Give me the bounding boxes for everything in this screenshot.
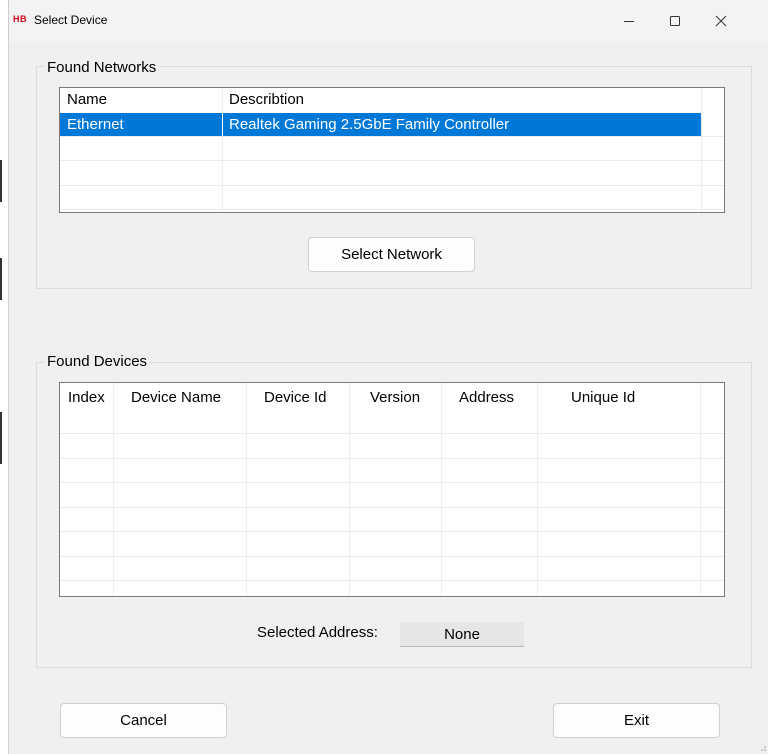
column-divider — [349, 383, 350, 596]
maximize-icon — [670, 16, 680, 26]
column-divider — [441, 383, 442, 596]
row-divider — [60, 556, 724, 557]
column-divider — [222, 88, 223, 212]
row-divider — [60, 433, 724, 434]
column-divider — [700, 383, 701, 596]
column-header-unique-id[interactable]: Unique Id — [571, 386, 635, 410]
column-divider — [537, 383, 538, 596]
row-divider — [60, 185, 724, 186]
column-header-device-id[interactable]: Device Id — [264, 386, 327, 410]
selected-address-value: None — [400, 622, 524, 647]
row-divider — [60, 482, 724, 483]
background-edge-mark — [0, 412, 2, 464]
close-icon — [715, 15, 727, 27]
background-edge-mark — [0, 160, 2, 202]
close-button[interactable] — [701, 0, 741, 42]
title-bar[interactable]: HB Select Device — [9, 0, 768, 42]
exit-button[interactable]: Exit — [553, 703, 720, 738]
select-device-window: HB Select Device Found Networks Name Des… — [8, 0, 768, 754]
column-divider — [701, 88, 702, 212]
cancel-button[interactable]: Cancel — [60, 703, 227, 738]
row-divider — [60, 531, 724, 532]
minimize-icon — [624, 21, 634, 22]
column-divider — [222, 113, 223, 136]
column-divider — [113, 383, 114, 596]
row-divider — [60, 160, 724, 161]
row-divider — [60, 507, 724, 508]
minimize-button[interactable] — [609, 0, 649, 42]
row-divider — [60, 136, 724, 137]
column-header-index[interactable]: Index — [68, 386, 105, 410]
column-header-device-name[interactable]: Device Name — [131, 386, 221, 410]
select-network-button[interactable]: Select Network — [308, 237, 475, 272]
column-header-name[interactable]: Name — [67, 88, 107, 112]
network-name-cell[interactable]: Ethernet — [67, 113, 124, 136]
column-header-address[interactable]: Address — [459, 386, 514, 410]
selected-address-label: Selected Address: — [257, 624, 378, 641]
column-header-version[interactable]: Version — [370, 386, 420, 410]
background-edge-mark — [0, 258, 2, 300]
row-divider — [60, 209, 724, 210]
maximize-button[interactable] — [655, 0, 695, 42]
resize-grip-icon[interactable] — [757, 742, 767, 752]
network-description-cell[interactable]: Realtek Gaming 2.5GbE Family Controller — [229, 113, 509, 136]
row-divider — [60, 580, 724, 581]
found-devices-label: Found Devices — [45, 353, 150, 370]
devices-table[interactable]: Index Device Name Device Id Version Addr… — [59, 382, 725, 597]
window-title: Select Device — [34, 13, 108, 27]
app-logo-icon: HB — [13, 14, 27, 24]
column-header-description[interactable]: Describtion — [229, 88, 304, 112]
row-divider — [60, 458, 724, 459]
found-networks-label: Found Networks — [45, 59, 159, 76]
column-divider — [246, 383, 247, 596]
networks-table[interactable]: Name Describtion Ethernet Realtek Gaming… — [59, 87, 725, 213]
